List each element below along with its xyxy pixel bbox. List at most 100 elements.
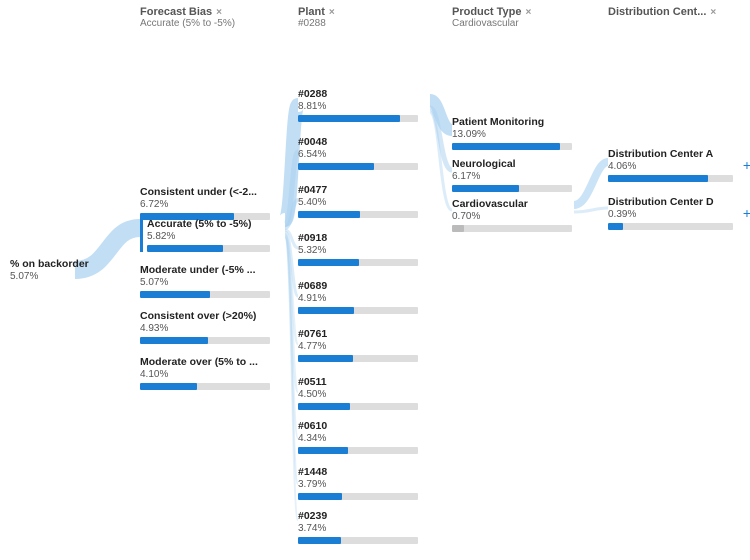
plant-bar-5 [298, 355, 418, 362]
fb-label-4: Moderate over (5% to ... [140, 356, 270, 369]
fb-node-0[interactable]: Consistent under (<-2... 6.72% [140, 186, 270, 220]
pt-label-2: Cardiovascular [452, 198, 572, 211]
plant-value-5: 4.77% [298, 341, 418, 353]
plant-bar-2 [298, 211, 418, 218]
fb-node-1[interactable]: Accurate (5% to -5%) 5.82% [140, 218, 270, 252]
forecast-bias-close[interactable]: × [216, 7, 222, 18]
plant-node-7[interactable]: #0610 4.34% [298, 420, 418, 454]
dc-node-1[interactable]: Distribution Center D 0.39% + [608, 196, 733, 230]
pt-bar-2 [452, 225, 572, 232]
fb-label-0: Consistent under (<-2... [140, 186, 270, 199]
product-type-subtitle: Cardiovascular [452, 18, 531, 29]
forecast-bias-header: Forecast Bias × Accurate (5% to -5%) [140, 6, 235, 29]
fb-bar-3 [140, 337, 270, 344]
plant-bar-0 [298, 115, 418, 122]
pt-label-0: Patient Monitoring [452, 116, 572, 129]
pt-node-0[interactable]: Patient Monitoring 13.09% [452, 116, 572, 150]
forecast-bias-title: Forecast Bias [140, 6, 212, 18]
pt-bar-0 [452, 143, 572, 150]
plant-value-6: 4.50% [298, 389, 418, 401]
plant-node-2[interactable]: #0477 5.40% [298, 184, 418, 218]
fb-node-3[interactable]: Consistent over (>20%) 4.93% [140, 310, 270, 344]
plant-node-5[interactable]: #0761 4.77% [298, 328, 418, 362]
pt-bar-1 [452, 185, 572, 192]
plant-bar-6 [298, 403, 418, 410]
plant-value-7: 4.34% [298, 433, 418, 445]
fb-bar-2 [140, 291, 270, 298]
fb-value-0: 6.72% [140, 199, 270, 211]
fb-label-1: Accurate (5% to -5%) [147, 218, 270, 231]
dc-value-0: 4.06% [608, 161, 733, 173]
plant-value-9: 3.74% [298, 523, 418, 535]
fb-node-2[interactable]: Moderate under (-5% ... 5.07% [140, 264, 270, 298]
plant-label-1: #0048 [298, 136, 418, 149]
plant-label-8: #1448 [298, 466, 418, 479]
pt-value-0: 13.09% [452, 129, 572, 141]
pt-node-1[interactable]: Neurological 6.17% [452, 158, 572, 192]
dc-bar-1 [608, 223, 733, 230]
plant-node-6[interactable]: #0511 4.50% [298, 376, 418, 410]
fb-value-4: 4.10% [140, 369, 270, 381]
pt-node-2[interactable]: Cardiovascular 0.70% [452, 198, 572, 232]
plant-bar-9 [298, 537, 418, 544]
plant-node-1[interactable]: #0048 6.54% [298, 136, 418, 170]
fb-label-2: Moderate under (-5% ... [140, 264, 270, 277]
pt-value-1: 6.17% [452, 171, 572, 183]
fb-value-3: 4.93% [140, 323, 270, 335]
product-type-header: Product Type × Cardiovascular [452, 6, 531, 29]
dc-bar-0 [608, 175, 733, 182]
dc-label-0: Distribution Center A [608, 148, 733, 161]
plant-label-4: #0689 [298, 280, 418, 293]
plant-value-3: 5.32% [298, 245, 418, 257]
root-label: % on backorder [10, 258, 90, 271]
plant-label-9: #0239 [298, 510, 418, 523]
plant-value-2: 5.40% [298, 197, 418, 209]
plant-node-0[interactable]: #0288 8.81% [298, 88, 418, 122]
plant-value-8: 3.79% [298, 479, 418, 491]
plant-label-2: #0477 [298, 184, 418, 197]
plant-bar-4 [298, 307, 418, 314]
dist-center-header: Distribution Cent... × [608, 6, 716, 18]
plant-node-8[interactable]: #1448 3.79% [298, 466, 418, 500]
root-value: 5.07% [10, 271, 90, 283]
dc-plus-1[interactable]: + [743, 205, 750, 221]
plant-title: Plant [298, 6, 325, 18]
dc-node-0[interactable]: Distribution Center A 4.06% + [608, 148, 733, 182]
plant-value-0: 8.81% [298, 101, 418, 113]
plant-label-0: #0288 [298, 88, 418, 101]
fb-value-1: 5.82% [147, 231, 270, 243]
fb-node-4[interactable]: Moderate over (5% to ... 4.10% [140, 356, 270, 390]
plant-header: Plant × #0288 [298, 6, 335, 29]
fb-bar-4 [140, 383, 270, 390]
plant-close[interactable]: × [329, 7, 335, 18]
plant-label-5: #0761 [298, 328, 418, 341]
plant-label-3: #0918 [298, 232, 418, 245]
chart-container: Forecast Bias × Accurate (5% to -5%) Pla… [0, 0, 750, 560]
plant-label-7: #0610 [298, 420, 418, 433]
plant-node-3[interactable]: #0918 5.32% [298, 232, 418, 266]
plant-node-4[interactable]: #0689 4.91% [298, 280, 418, 314]
plant-node-9[interactable]: #0239 3.74% [298, 510, 418, 544]
dc-plus-0[interactable]: + [743, 157, 750, 173]
plant-bar-1 [298, 163, 418, 170]
plant-label-6: #0511 [298, 376, 418, 389]
plant-value-4: 4.91% [298, 293, 418, 305]
fb-value-2: 5.07% [140, 277, 270, 289]
plant-bar-8 [298, 493, 418, 500]
root-node[interactable]: % on backorder 5.07% [10, 258, 90, 283]
dc-value-1: 0.39% [608, 209, 733, 221]
fb-label-3: Consistent over (>20%) [140, 310, 270, 323]
fb-bar-1 [147, 245, 270, 252]
pt-label-1: Neurological [452, 158, 572, 171]
product-type-close[interactable]: × [525, 7, 531, 18]
plant-subtitle: #0288 [298, 18, 335, 29]
product-type-title: Product Type [452, 6, 521, 18]
plant-bar-7 [298, 447, 418, 454]
plant-bar-3 [298, 259, 418, 266]
pt-value-2: 0.70% [452, 211, 572, 223]
plant-value-1: 6.54% [298, 149, 418, 161]
dc-label-1: Distribution Center D [608, 196, 733, 209]
forecast-bias-subtitle: Accurate (5% to -5%) [140, 18, 235, 29]
dist-center-title: Distribution Cent... [608, 6, 706, 18]
dist-center-close[interactable]: × [710, 7, 716, 18]
